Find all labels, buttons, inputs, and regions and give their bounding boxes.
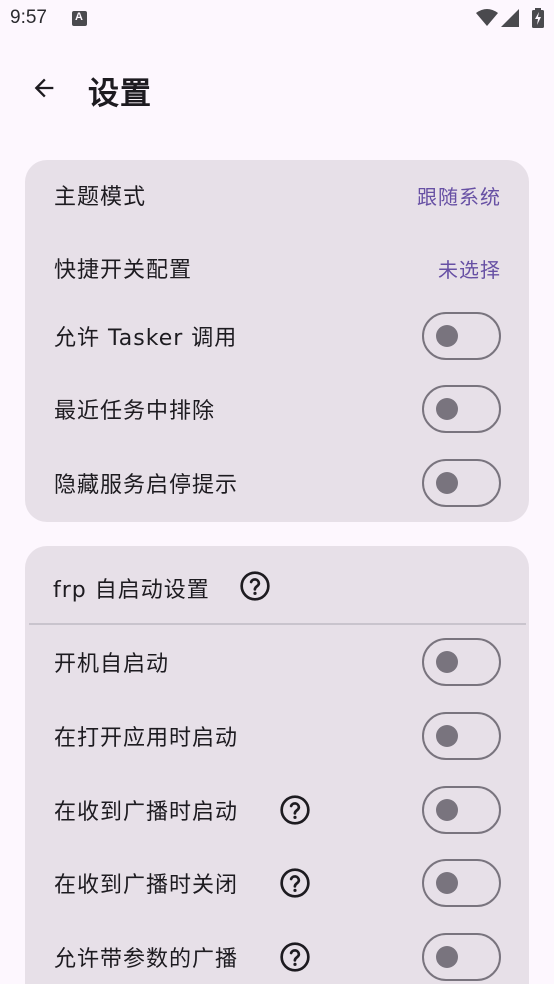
- switch-thumb: [436, 946, 458, 968]
- allow-param-broadcast-row[interactable]: 允许带参数的广播: [25, 927, 529, 984]
- row-label: 开机自启动: [54, 652, 170, 677]
- row-label: 快捷开关配置: [54, 258, 193, 283]
- start-on-broadcast-row[interactable]: 在收到广播时启动: [25, 780, 529, 840]
- theme-mode-row[interactable]: 主题模式 跟随系统: [25, 165, 529, 225]
- stop-on-broadcast-switch[interactable]: [422, 859, 501, 907]
- switch-thumb: [436, 725, 458, 747]
- app-a-icon: [72, 11, 87, 26]
- switch-thumb: [436, 325, 458, 347]
- hide-service-notice-switch[interactable]: [422, 459, 501, 507]
- row-label: 在打开应用时启动: [54, 726, 239, 751]
- help-circle-icon[interactable]: [279, 941, 311, 973]
- row-label: 在收到广播时启动: [54, 800, 239, 825]
- back-button[interactable]: [22, 66, 66, 110]
- switch-thumb: [436, 872, 458, 894]
- row-label: 主题模式: [54, 185, 147, 210]
- general-settings-card: 主题模式 跟随系统 快捷开关配置 未选择 允许 Tasker 调用 最近任务中排…: [25, 160, 529, 522]
- start-on-open-switch[interactable]: [422, 712, 501, 760]
- row-label: 最近任务中排除: [54, 399, 216, 424]
- start-on-open-row[interactable]: 在打开应用时启动: [25, 706, 529, 766]
- divider: [29, 623, 526, 625]
- start-on-broadcast-switch[interactable]: [422, 786, 501, 834]
- wifi-icon: [476, 9, 498, 26]
- row-value: 跟随系统: [417, 184, 501, 209]
- allow-tasker-row[interactable]: 允许 Tasker 调用: [25, 306, 529, 366]
- allow-param-broadcast-switch[interactable]: [422, 933, 501, 981]
- battery-charging-icon: [532, 8, 544, 28]
- row-value: 未选择: [438, 257, 501, 282]
- status-time: 9:57: [10, 7, 47, 28]
- arrow-back-icon: [34, 78, 54, 98]
- exclude-recents-switch[interactable]: [422, 385, 501, 433]
- quick-toggle-config-row[interactable]: 快捷开关配置 未选择: [25, 238, 529, 298]
- stop-on-broadcast-row[interactable]: 在收到广播时关闭: [25, 853, 529, 913]
- row-label: 在收到广播时关闭: [54, 873, 239, 898]
- app-bar: 设置: [0, 56, 554, 120]
- hide-service-notice-row[interactable]: 隐藏服务启停提示: [25, 453, 529, 513]
- row-label: 允许带参数的广播: [54, 947, 239, 972]
- cell-signal-icon: [501, 9, 519, 27]
- status-bar: 9:57: [0, 0, 554, 38]
- row-label: 允许 Tasker 调用: [54, 326, 238, 351]
- row-label: 隐藏服务启停提示: [54, 473, 239, 498]
- card-header-title: frp 自启动设置: [53, 578, 210, 603]
- frp-autostart-card: frp 自启动设置 开机自启动 在打开应用时启动 在收到广播时启动 在收到广播时…: [25, 546, 529, 984]
- allow-tasker-switch[interactable]: [422, 312, 501, 360]
- switch-thumb: [436, 398, 458, 420]
- help-circle-icon[interactable]: [239, 570, 271, 602]
- help-circle-icon[interactable]: [279, 794, 311, 826]
- exclude-recents-row[interactable]: 最近任务中排除: [25, 379, 529, 439]
- switch-thumb: [436, 472, 458, 494]
- page-title: 设置: [88, 76, 152, 112]
- help-circle-icon[interactable]: [279, 867, 311, 899]
- boot-autostart-row[interactable]: 开机自启动: [25, 632, 529, 692]
- switch-thumb: [436, 799, 458, 821]
- switch-thumb: [436, 651, 458, 673]
- boot-autostart-switch[interactable]: [422, 638, 501, 686]
